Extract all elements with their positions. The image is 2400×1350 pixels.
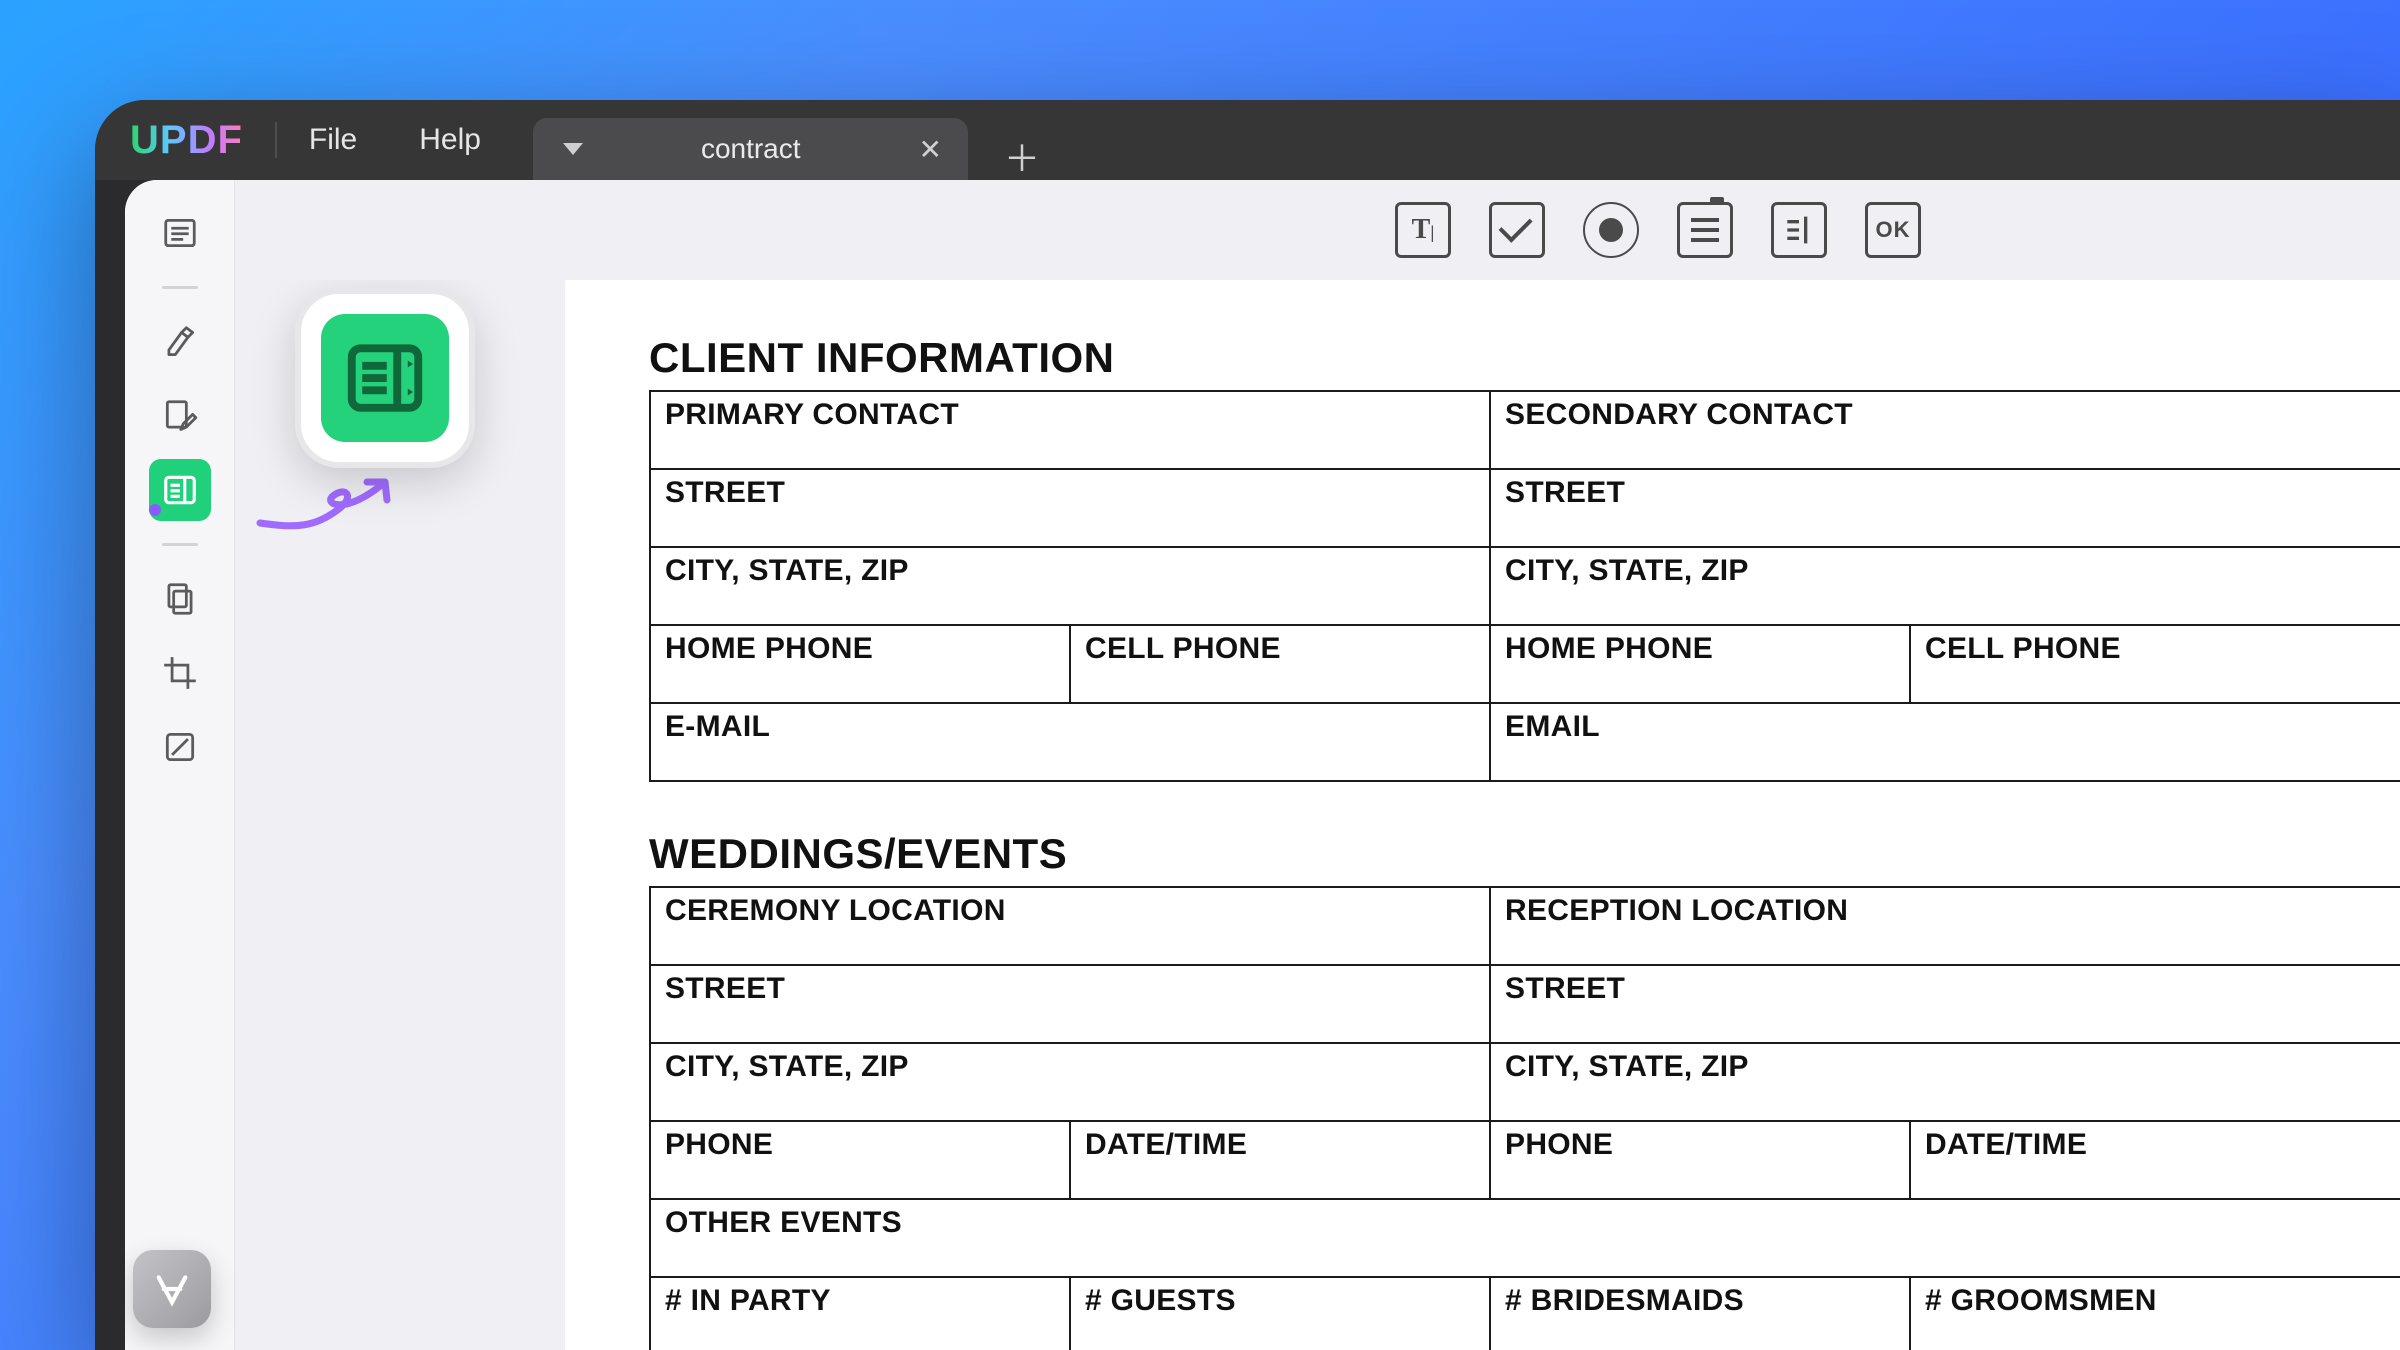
list-box-tool[interactable]	[1771, 202, 1827, 258]
reader-mode-icon[interactable]	[149, 202, 211, 264]
edit-pdf-icon[interactable]	[149, 385, 211, 447]
desktop-background: UPDF File Help contract ✕ ＋	[0, 0, 2400, 1350]
form-fields-large-icon	[321, 314, 449, 442]
radio-button-tool[interactable]	[1583, 202, 1639, 258]
tab-bar: contract ✕ ＋	[533, 100, 1046, 180]
field-cellphone-primary[interactable]: CELL PHONE	[1070, 625, 1490, 703]
active-tool-indicator	[149, 504, 161, 516]
weddings-events-table: CEREMONY LOCATION RECEPTION LOCATION STR…	[649, 886, 2400, 1350]
field-phone-reception[interactable]: PHONE	[1490, 1121, 1910, 1199]
left-sidebar	[125, 180, 235, 1350]
tab-title: contract	[701, 133, 801, 165]
field-primary-contact[interactable]: PRIMARY CONTACT	[650, 391, 1490, 469]
field-city-secondary[interactable]: CITY, STATE, ZIP	[1490, 547, 2400, 625]
crop-icon[interactable]	[149, 642, 211, 704]
field-bridesmaids[interactable]: # BRIDESMAIDS	[1490, 1277, 1910, 1350]
field-datetime-reception[interactable]: DATE/TIME	[1910, 1121, 2400, 1199]
document-page: CLIENT INFORMATION PRIMARY CONTACT SECON…	[565, 280, 2400, 1350]
field-city-ceremony[interactable]: CITY, STATE, ZIP	[650, 1043, 1490, 1121]
field-ceremony-location[interactable]: CEREMONY LOCATION	[650, 887, 1490, 965]
ai-assistant-button[interactable]	[133, 1250, 211, 1328]
field-street-secondary[interactable]: STREET	[1490, 469, 2400, 547]
text-field-tool[interactable]: T|	[1395, 202, 1451, 258]
highlighter-icon[interactable]	[149, 311, 211, 373]
field-street-ceremony[interactable]: STREET	[650, 965, 1490, 1043]
title-bar: UPDF File Help contract ✕ ＋	[95, 100, 2400, 180]
workspace: T| OK	[125, 180, 2400, 1350]
field-email-primary[interactable]: E-MAIL	[650, 703, 1490, 781]
field-reception-location[interactable]: RECEPTION LOCATION	[1490, 887, 2400, 965]
field-email-secondary[interactable]: EMAIL	[1490, 703, 2400, 781]
new-tab-button[interactable]: ＋	[998, 132, 1046, 180]
field-city-primary[interactable]: CITY, STATE, ZIP	[650, 547, 1490, 625]
separator	[162, 543, 198, 546]
menu-bar: File Help	[309, 123, 481, 157]
field-datetime-ceremony[interactable]: DATE/TIME	[1070, 1121, 1490, 1199]
organize-pages-icon[interactable]	[149, 568, 211, 630]
field-groomsmen[interactable]: # GROOMSMEN	[1910, 1277, 2400, 1350]
field-city-reception[interactable]: CITY, STATE, ZIP	[1490, 1043, 2400, 1121]
form-toolbar: T| OK	[235, 180, 2400, 280]
field-guests[interactable]: # GUESTS	[1070, 1277, 1490, 1350]
tab-dropdown-icon[interactable]	[563, 143, 583, 155]
separator	[162, 286, 198, 289]
section-heading-client-info: CLIENT INFORMATION	[649, 334, 2400, 382]
section-heading-weddings-events: WEDDINGS/EVENTS	[649, 830, 2400, 878]
field-homephone-secondary[interactable]: HOME PHONE	[1490, 625, 1910, 703]
ok-button-icon: OK	[1876, 217, 1911, 243]
redact-icon[interactable]	[149, 716, 211, 778]
button-tool[interactable]: OK	[1865, 202, 1921, 258]
callout-arrow-icon	[255, 468, 445, 538]
menu-file[interactable]: File	[309, 123, 357, 157]
client-info-table: PRIMARY CONTACT SECONDARY CONTACT STREET…	[649, 390, 2400, 782]
document-tab[interactable]: contract ✕	[533, 118, 968, 180]
field-street-primary[interactable]: STREET	[650, 469, 1490, 547]
checkbox-tool[interactable]	[1489, 202, 1545, 258]
app-window: UPDF File Help contract ✕ ＋	[95, 100, 2400, 1350]
separator	[275, 122, 277, 158]
menu-help[interactable]: Help	[419, 123, 481, 157]
dropdown-tool[interactable]	[1677, 202, 1733, 258]
field-homephone-primary[interactable]: HOME PHONE	[650, 625, 1070, 703]
field-secondary-contact[interactable]: SECONDARY CONTACT	[1490, 391, 2400, 469]
field-cellphone-secondary[interactable]: CELL PHONE	[1910, 625, 2400, 703]
field-in-party[interactable]: # IN PARTY	[650, 1277, 1070, 1350]
close-icon[interactable]: ✕	[919, 133, 942, 166]
field-other-events[interactable]: OTHER EVENTS	[650, 1199, 2400, 1277]
app-logo: UPDF	[130, 118, 243, 163]
document-viewport[interactable]: CLIENT INFORMATION PRIMARY CONTACT SECON…	[565, 280, 2400, 1350]
form-fields-callout	[295, 288, 475, 468]
field-street-reception[interactable]: STREET	[1490, 965, 2400, 1043]
field-phone-ceremony[interactable]: PHONE	[650, 1121, 1070, 1199]
text-field-icon: T|	[1412, 214, 1435, 246]
